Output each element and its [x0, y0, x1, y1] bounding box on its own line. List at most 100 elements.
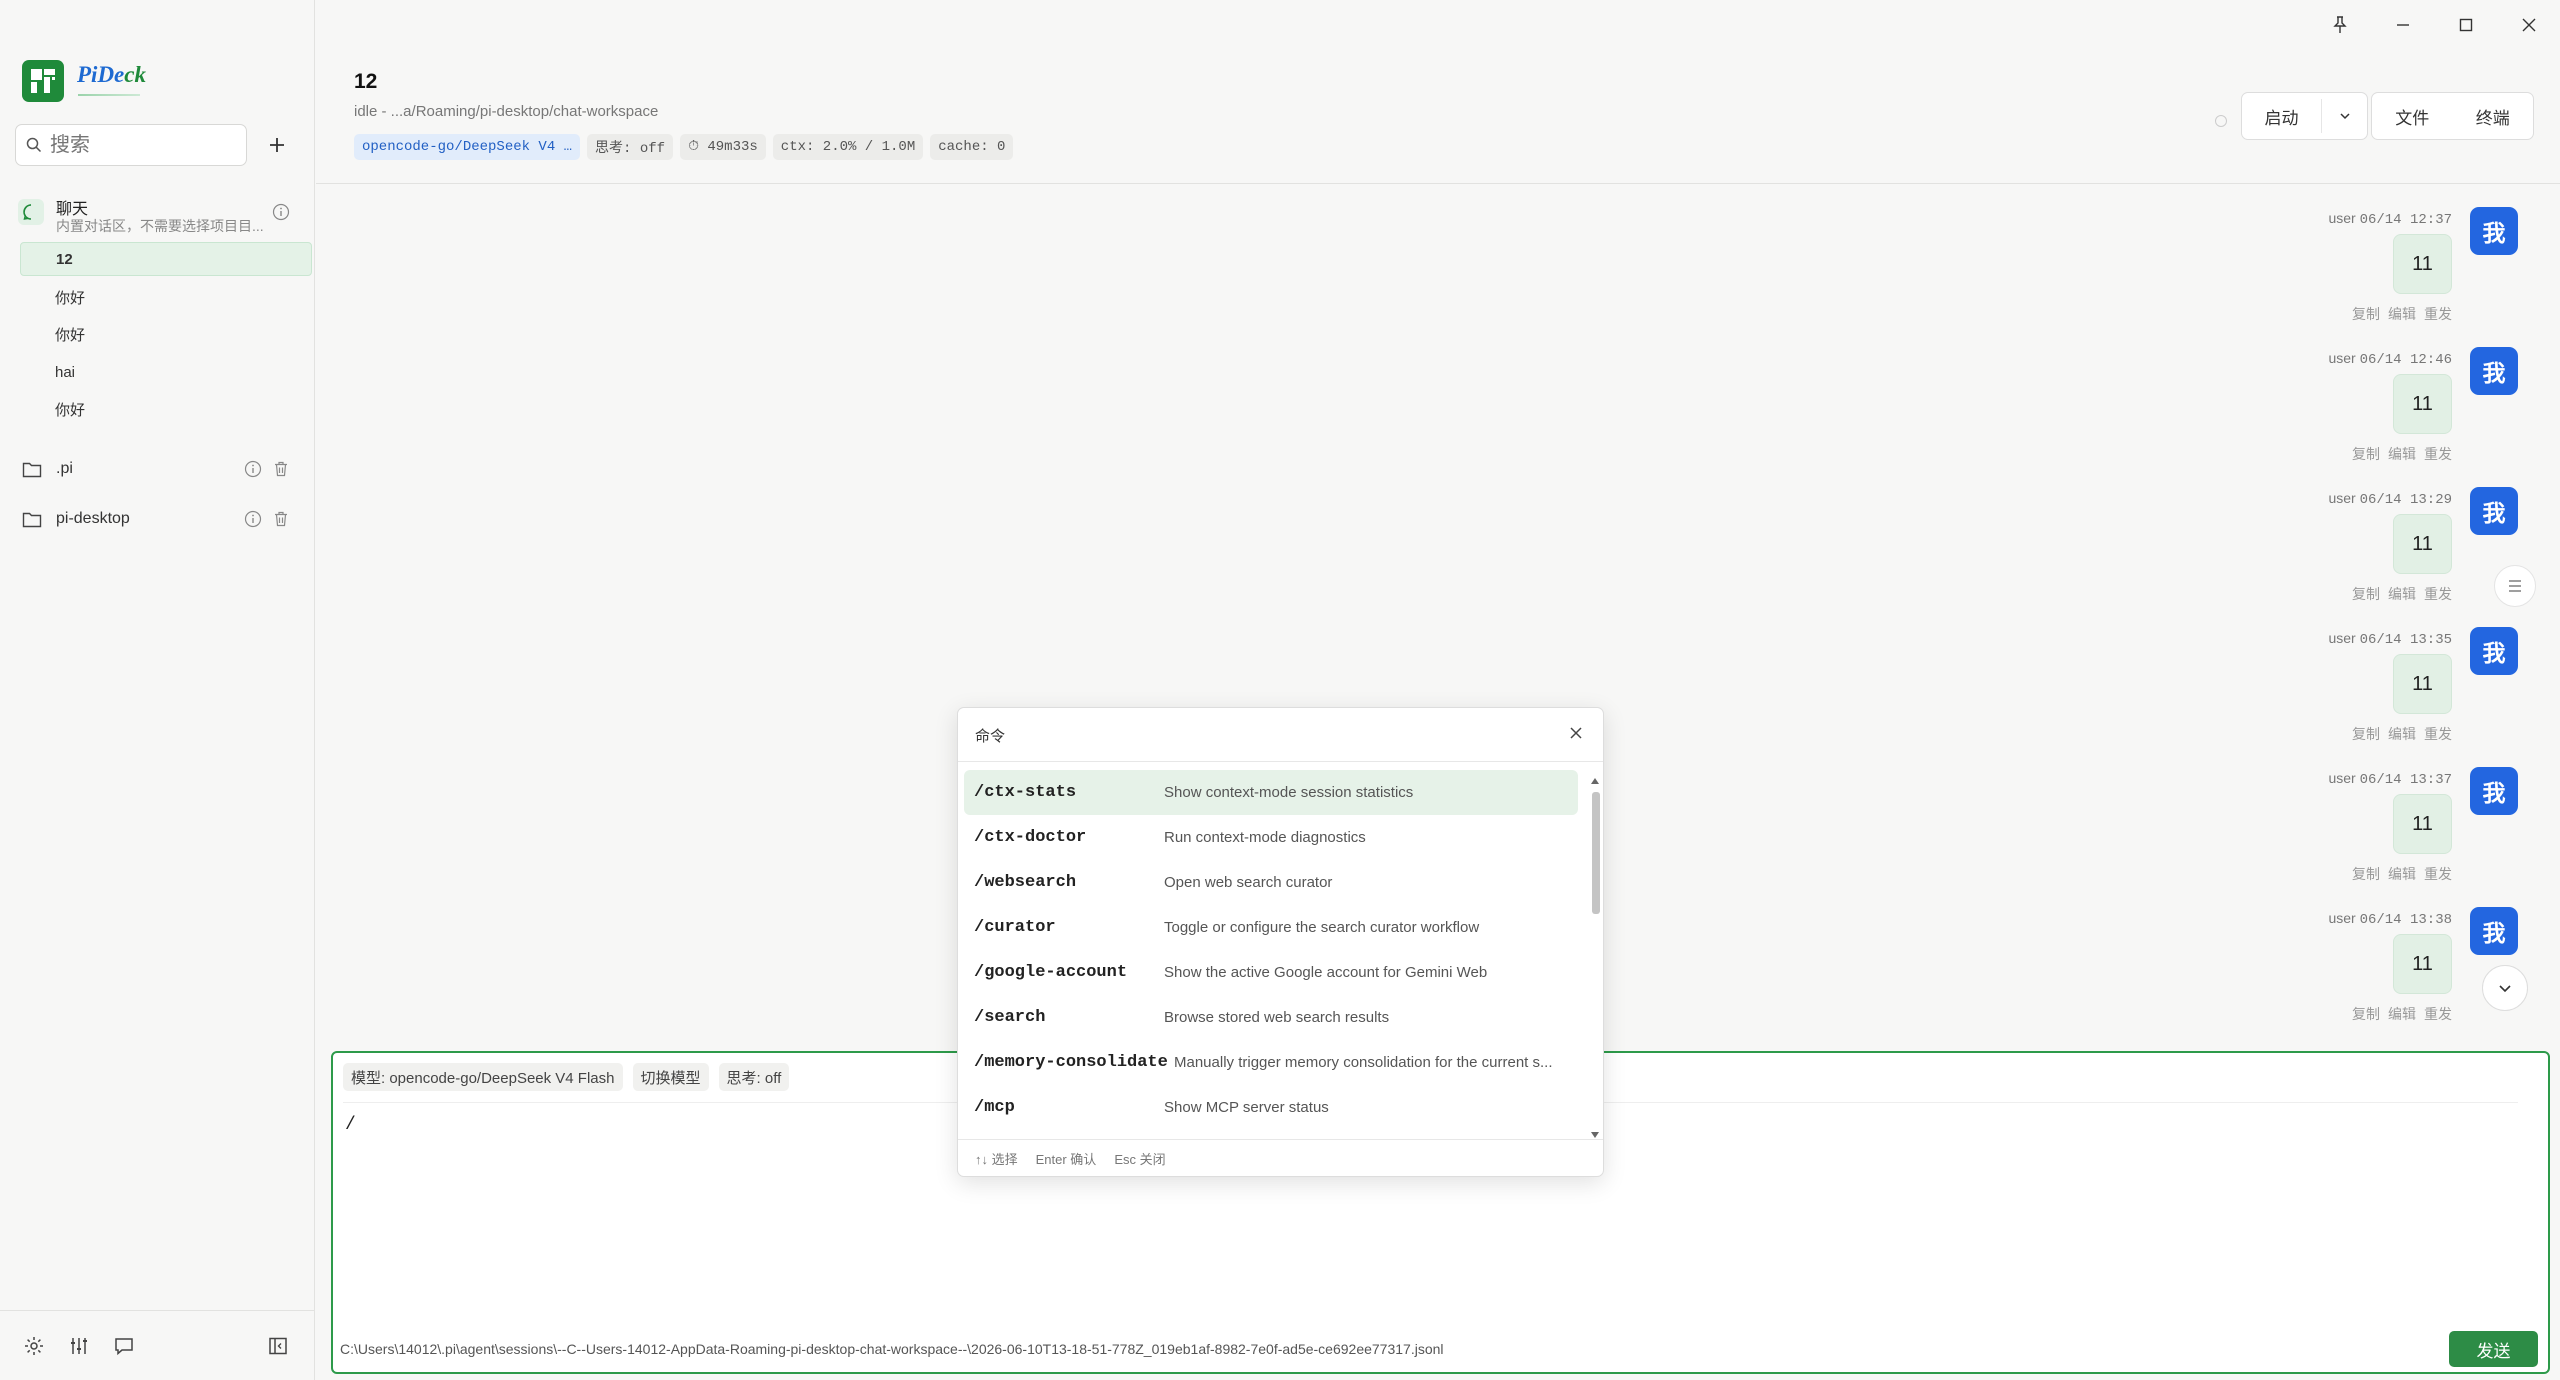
maximize-icon: [2459, 18, 2472, 32]
message: user 06/14 13:29 我 11 复制 编辑 重发: [1960, 487, 2560, 630]
outline-button[interactable]: [2494, 565, 2536, 607]
message-icon: [115, 1338, 133, 1356]
send-button[interactable]: 发送: [2449, 1331, 2538, 1367]
folder-info-button[interactable]: [244, 510, 262, 533]
edit-button[interactable]: 编辑: [2388, 724, 2416, 744]
command-item[interactable]: /mcp Show MCP server status: [964, 1085, 1578, 1130]
resend-button[interactable]: 重发: [2424, 864, 2452, 884]
avatar: 我: [2470, 627, 2518, 675]
chat-icon: [23, 204, 32, 220]
copy-button[interactable]: 复制: [2352, 724, 2380, 744]
search-icon: [26, 137, 42, 153]
resend-button[interactable]: 重发: [2424, 724, 2452, 744]
edit-button[interactable]: 编辑: [2388, 584, 2416, 604]
copy-button[interactable]: 复制: [2352, 444, 2380, 464]
command-name: /google-account: [974, 963, 1128, 982]
copy-button[interactable]: 复制: [2352, 584, 2380, 604]
list-icon: [2509, 580, 2521, 592]
command-desc: Toggle or configure the search curator w…: [1164, 919, 1480, 936]
copy-button[interactable]: 复制: [2352, 864, 2380, 884]
new-session-button[interactable]: [262, 130, 292, 160]
search-input[interactable]: [50, 133, 230, 157]
sidebar-footer: [0, 1310, 315, 1380]
palette-title: 命令: [975, 728, 1006, 745]
adjustments-button[interactable]: [66, 1333, 92, 1359]
folder-delete-button[interactable]: [272, 460, 290, 483]
message-time: 06/14 13:29: [2359, 492, 2452, 508]
close-icon: [2522, 18, 2535, 32]
message-meta: user 06/14 13:29: [2328, 490, 2452, 508]
message-role: user: [2328, 770, 2356, 786]
command-item[interactable]: /ctx-doctor Run context-mode diagnostics: [964, 815, 1578, 860]
workspace-path: idle - ...a/Roaming/pi-desktop/chat-work…: [354, 103, 659, 120]
thinking-chip[interactable]: 思考: off: [718, 1063, 790, 1091]
search-box: [15, 124, 247, 166]
command-item[interactable]: /google-account Show the active Google ac…: [964, 950, 1578, 995]
message-role: user: [2328, 630, 2356, 646]
resend-button[interactable]: 重发: [2424, 444, 2452, 464]
message-meta: user 06/14 12:46: [2328, 350, 2452, 368]
message-bubble: 11: [2393, 514, 2452, 574]
switch-model-chip[interactable]: 切换模型: [632, 1063, 709, 1091]
chat-group-info-button[interactable]: [272, 203, 290, 226]
start-button[interactable]: 启动: [2242, 99, 2322, 133]
resend-button[interactable]: 重发: [2424, 1004, 2452, 1024]
command-item[interactable]: /ctx-stats Show context-mode session stat…: [964, 770, 1578, 815]
chevron-down-icon: [2339, 113, 2350, 120]
palette-scrollbar[interactable]: [1589, 768, 1601, 1140]
command-item[interactable]: /search Browse stored web search results: [964, 995, 1578, 1040]
command-name: /memory-consolidate: [974, 1053, 1168, 1072]
collapse-sidebar-button[interactable]: [265, 1333, 291, 1359]
session-item[interactable]: hai: [20, 355, 312, 389]
folder-delete-button[interactable]: [272, 510, 290, 533]
message-meta: user 06/14 13:35: [2328, 630, 2452, 648]
edit-button[interactable]: 编辑: [2388, 1004, 2416, 1024]
folder-info-button[interactable]: [244, 460, 262, 483]
feedback-button[interactable]: [111, 1333, 137, 1359]
command-name: /ctx-doctor: [974, 828, 1087, 847]
copy-button[interactable]: 复制: [2352, 1004, 2380, 1024]
command-item[interactable]: /curator Toggle or configure the search c…: [964, 905, 1578, 950]
scroll-to-bottom-button[interactable]: [2482, 965, 2528, 1011]
close-window-button[interactable]: [2497, 0, 2560, 50]
settings-button[interactable]: [21, 1333, 47, 1359]
minimize-button[interactable]: [2371, 0, 2434, 50]
logo-underline: [78, 94, 140, 96]
avatar: 我: [2470, 907, 2518, 955]
files-button[interactable]: 文件: [2372, 93, 2453, 139]
command-item[interactable]: /websearch Open web search curator: [964, 860, 1578, 905]
resend-button[interactable]: 重发: [2424, 304, 2452, 324]
session-item[interactable]: 你好: [20, 392, 312, 426]
message-time: 06/14 12:37: [2359, 212, 2452, 228]
model-chip[interactable]: 模型: opencode-go/DeepSeek V4 Flash: [343, 1063, 623, 1091]
edit-button[interactable]: 编辑: [2388, 444, 2416, 464]
avatar: 我: [2470, 487, 2518, 535]
scrollbar-thumb[interactable]: [1592, 792, 1600, 914]
resend-button[interactable]: 重发: [2424, 584, 2452, 604]
message-role: user: [2328, 210, 2356, 226]
command-item[interactable]: /memory-consolidate Manually trigger memo…: [964, 1040, 1578, 1085]
session-item[interactable]: 12: [20, 242, 312, 276]
project-folder[interactable]: pi-desktop: [22, 502, 292, 536]
palette-close-button[interactable]: [1565, 722, 1587, 744]
session-item[interactable]: 你好: [20, 317, 312, 351]
sidebar: PiDeck 聊天 内置对话区，不需要选择项目目... 12 你好 你好 hai…: [0, 0, 315, 1380]
chat-group[interactable]: 聊天 内置对话区，不需要选择项目目...: [18, 193, 298, 241]
ctx-tag: ctx: 2.0% / 1.0M: [772, 134, 924, 160]
info-icon: [244, 510, 262, 528]
start-dropdown-button[interactable]: [2322, 93, 2367, 139]
edit-button[interactable]: 编辑: [2388, 304, 2416, 324]
chat-group-subtitle: 内置对话区，不需要选择项目目...: [56, 218, 264, 234]
maximize-button[interactable]: [2434, 0, 2497, 50]
copy-button[interactable]: 复制: [2352, 304, 2380, 324]
message-time: 06/14 13:38: [2359, 912, 2452, 928]
session-item[interactable]: 你好: [20, 280, 312, 314]
message-meta: user 06/14 12:37: [2328, 210, 2452, 228]
pin-button[interactable]: [2308, 0, 2371, 50]
trash-icon: [275, 511, 287, 527]
model-tag[interactable]: opencode-go/DeepSeek V4 …: [354, 134, 581, 160]
status-tags: opencode-go/DeepSeek V4 … 思考: off ⏱ 49m3…: [354, 134, 1014, 160]
project-folder[interactable]: .pi: [22, 452, 292, 486]
terminal-button[interactable]: 终端: [2453, 93, 2534, 139]
edit-button[interactable]: 编辑: [2388, 864, 2416, 884]
